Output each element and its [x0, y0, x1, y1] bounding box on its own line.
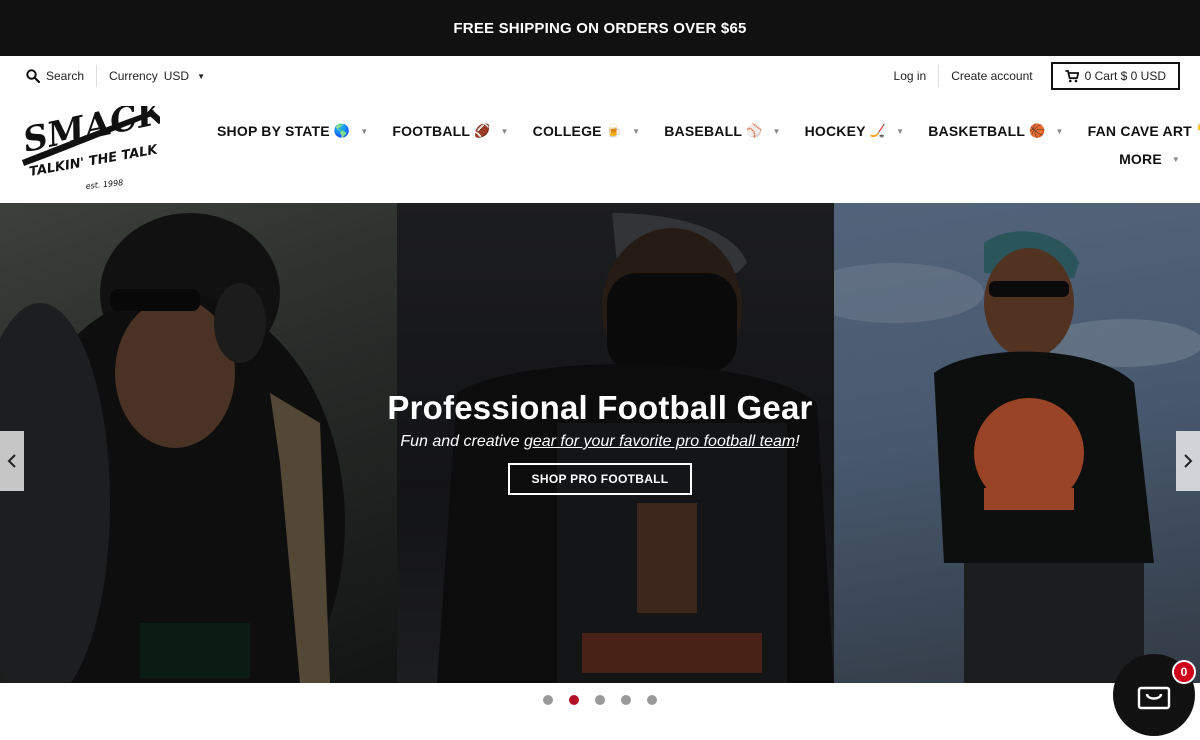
utility-right: Log in Create account 0 Cart $ 0 USD — [894, 56, 1180, 96]
chevron-right-icon — [1184, 454, 1193, 468]
search-label: Search — [46, 69, 85, 83]
site-header: SMACK TALKIN' THE TALK est. 1998 SHOP BY… — [0, 91, 1200, 203]
currency-selector[interactable]: Currency USD ▼ — [109, 69, 205, 83]
login-link[interactable]: Log in — [894, 69, 927, 83]
cart-icon — [1065, 69, 1079, 82]
nav-item-baseball[interactable]: BASEBALL ⚾ ▼ — [652, 123, 792, 139]
nav-label: HOCKEY — [804, 123, 866, 139]
basketball-icon: 🏀 — [1029, 123, 1046, 138]
create-account-link[interactable]: Create account — [951, 69, 1032, 83]
hero-title: Professional Football Gear — [387, 389, 813, 426]
hero-subtitle-text: Fun and creative — [400, 433, 524, 450]
caret-down-icon: ▼ — [772, 126, 781, 136]
beer-icon: 🍺 — [605, 123, 623, 138]
slider-dot[interactable] — [543, 695, 553, 705]
nav-item-basketball[interactable]: BASKETBALL 🏀 ▼ — [916, 123, 1075, 139]
nav-item-shop-by-state[interactable]: SHOP BY STATE 🌎 ▼ — [205, 123, 380, 139]
hero-slider: Professional Football Gear Fun and creat… — [0, 203, 1200, 683]
slider-dot[interactable] — [647, 695, 657, 705]
slider-dots — [0, 695, 1200, 705]
hero-subtitle: Fun and creative gear for your favorite … — [0, 433, 1200, 451]
slider-dot[interactable] — [621, 695, 631, 705]
nav-label: FAN CAVE ART — [1087, 123, 1192, 139]
announcement-bar: FREE SHIPPING ON ORDERS OVER $65 — [0, 0, 1200, 56]
utility-left: Search Currency USD ▼ — [26, 56, 205, 96]
divider — [938, 65, 940, 87]
nav-item-college[interactable]: COLLEGE 🍺 ▼ — [521, 123, 653, 139]
chevron-left-icon — [7, 454, 16, 468]
cart-count-badge: 0 — [1172, 660, 1196, 684]
cart-summary: 0 Cart $ 0 USD — [1084, 69, 1166, 83]
logo-graphic: SMACK TALKIN' THE TALK est. 1998 — [20, 91, 172, 191]
divider — [96, 65, 98, 87]
nav-label: BASKETBALL — [928, 123, 1026, 139]
caret-down-icon: ▼ — [896, 126, 905, 136]
slider-next-button[interactable] — [1176, 431, 1200, 491]
currency-value: USD — [163, 69, 190, 83]
nav-item-football[interactable]: FOOTBALL 🏈 ▼ — [380, 123, 520, 139]
currency-label: Currency — [109, 69, 158, 83]
search-button[interactable]: Search — [26, 69, 84, 83]
nav-item-more[interactable]: MORE ▼ — [1107, 151, 1180, 167]
globe-icon: 🌎 — [333, 123, 351, 138]
utility-bar: Search Currency USD ▼ Log in Create acco… — [0, 56, 1200, 96]
nav-item-fan-cave-art[interactable]: FAN CAVE ART 👎 — [1076, 123, 1200, 139]
main-nav: SHOP BY STATE 🌎 ▼ FOOTBALL 🏈 ▼ COLLEGE 🍺… — [205, 114, 1200, 167]
caret-down-icon: ▼ — [197, 71, 205, 81]
announcement-text: FREE SHIPPING ON ORDERS OVER $65 — [453, 19, 747, 37]
shopping-bag-icon — [1137, 686, 1171, 710]
site-logo[interactable]: SMACK TALKIN' THE TALK est. 1998 — [18, 91, 172, 192]
caret-down-icon: ▼ — [632, 126, 641, 136]
slider-dot-active[interactable] — [569, 695, 579, 705]
nav-row: SHOP BY STATE 🌎 ▼ FOOTBALL 🏈 ▼ COLLEGE 🍺… — [205, 114, 1200, 148]
slider-dot[interactable] — [595, 695, 605, 705]
football-icon: 🏈 — [474, 123, 491, 138]
nav-row-2: MORE ▼ — [205, 151, 1180, 167]
caret-down-icon: ▼ — [1171, 154, 1180, 164]
cart-button[interactable]: 0 Cart $ 0 USD — [1050, 62, 1180, 90]
hero-subtitle-end: ! — [795, 433, 800, 450]
thumbs-down-icon: 👎 — [1196, 123, 1200, 139]
shop-pro-football-button[interactable]: SHOP PRO FOOTBALL — [507, 463, 693, 495]
logo-est: est. 1998 — [85, 178, 123, 191]
hero-subtitle-link[interactable]: gear for your favorite pro football team — [524, 433, 795, 450]
baseball-icon: ⚾ — [746, 123, 763, 138]
nav-item-hockey[interactable]: HOCKEY 🏒 ▼ — [793, 123, 917, 139]
nav-label: FOOTBALL — [392, 123, 471, 139]
caret-down-icon: ▼ — [1055, 126, 1064, 136]
caret-down-icon: ▼ — [360, 126, 369, 136]
caret-down-icon: ▼ — [500, 126, 509, 136]
hockey-stick-icon: 🏒 — [869, 123, 887, 138]
search-icon — [26, 69, 40, 83]
nav-label: SHOP BY STATE — [217, 123, 330, 139]
nav-label: COLLEGE — [532, 123, 602, 139]
slider-prev-button[interactable] — [0, 431, 24, 491]
nav-label: BASEBALL — [664, 123, 743, 139]
hero-content: Professional Football Gear Fun and creat… — [0, 389, 1200, 495]
nav-label: MORE — [1119, 151, 1162, 167]
